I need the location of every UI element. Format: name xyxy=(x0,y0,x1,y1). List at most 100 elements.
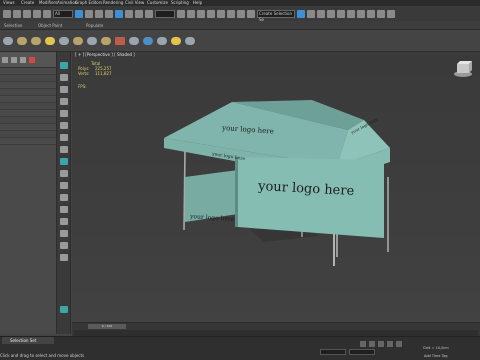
display-cameras-icon[interactable] xyxy=(59,36,69,45)
space-warps-icon[interactable] xyxy=(60,194,68,201)
display-none-icon[interactable] xyxy=(17,36,27,45)
align-icon[interactable] xyxy=(307,9,315,18)
keyboard-shortcut-icon[interactable] xyxy=(197,9,205,18)
display-warps-icon[interactable] xyxy=(87,36,97,45)
list-item[interactable] xyxy=(0,131,56,138)
list-item[interactable] xyxy=(0,89,56,96)
geometry-icon[interactable] xyxy=(60,134,68,141)
y-coordinate-field[interactable] xyxy=(349,349,375,355)
link-icon[interactable] xyxy=(23,9,31,18)
list-item[interactable] xyxy=(0,75,56,82)
place-icon[interactable] xyxy=(145,9,153,18)
move-tool-icon[interactable] xyxy=(60,218,68,225)
systems-icon[interactable] xyxy=(60,206,68,213)
list-item[interactable] xyxy=(0,138,56,145)
rendered-frame-icon[interactable] xyxy=(377,9,385,18)
angle-snap-icon[interactable] xyxy=(217,9,225,18)
selection-filter-dropdown[interactable]: All xyxy=(53,9,73,18)
go-to-start-icon[interactable] xyxy=(360,341,366,347)
display-hidden-icon[interactable] xyxy=(171,36,181,45)
play-icon[interactable] xyxy=(378,341,384,347)
select-manipulate-icon[interactable] xyxy=(187,9,195,18)
tent-side-wall xyxy=(238,157,384,238)
motion-panel-icon[interactable] xyxy=(60,98,68,105)
list-item[interactable] xyxy=(0,110,56,117)
tent-model[interactable]: your logo here your logo here your logo … xyxy=(72,52,480,330)
panel-options-icon[interactable] xyxy=(11,56,17,63)
go-to-end-icon[interactable] xyxy=(396,341,402,347)
next-frame-icon[interactable] xyxy=(387,341,393,347)
create-panel-icon[interactable] xyxy=(60,62,68,69)
list-item[interactable] xyxy=(0,103,56,110)
display-containers-icon[interactable] xyxy=(143,36,153,45)
time-slider[interactable]: 0 / 100 xyxy=(88,324,126,329)
scene-explorer-header xyxy=(0,52,56,68)
display-groups-icon[interactable] xyxy=(101,36,111,45)
display-lights-icon[interactable] xyxy=(45,36,55,45)
link-tool-icon[interactable] xyxy=(60,254,68,261)
ribbon-tabs: Selection Object Paint Populate xyxy=(0,21,480,30)
edit-named-selection-icon[interactable] xyxy=(247,9,255,18)
select-scale-icon[interactable] xyxy=(135,9,143,18)
window-crossing-icon[interactable] xyxy=(105,9,113,18)
previous-frame-icon[interactable] xyxy=(369,341,375,347)
reference-coord-dropdown[interactable] xyxy=(155,9,175,18)
list-item[interactable] xyxy=(0,124,56,131)
display-helpers-icon[interactable] xyxy=(73,36,83,45)
display-all-icon[interactable] xyxy=(185,36,195,45)
filter-icon[interactable] xyxy=(3,36,13,45)
unlink-icon[interactable] xyxy=(33,9,41,18)
lights-icon[interactable] xyxy=(60,158,68,165)
modify-panel-icon[interactable] xyxy=(60,74,68,81)
selection-set-field[interactable]: Selection Set xyxy=(2,337,54,344)
pivot-center-icon[interactable] xyxy=(177,9,185,18)
curve-editor-icon[interactable] xyxy=(337,9,345,18)
shapes-icon[interactable] xyxy=(60,146,68,153)
helpers-icon[interactable] xyxy=(60,182,68,189)
ribbon-toolbar xyxy=(0,30,480,52)
list-item[interactable] xyxy=(0,96,56,103)
display-xrefs-icon[interactable] xyxy=(115,36,125,45)
display-frozen-icon[interactable] xyxy=(157,36,167,45)
bind-space-warp-icon[interactable] xyxy=(43,9,51,18)
rotate-tool-icon[interactable] xyxy=(60,230,68,237)
display-geometry-icon[interactable] xyxy=(31,36,41,45)
panel-find-icon[interactable] xyxy=(20,56,26,63)
named-selection-dropdown[interactable]: Create Selection Se xyxy=(257,9,295,22)
scene-explorer-icon[interactable] xyxy=(327,9,335,18)
add-time-tag-button[interactable]: Add Time Tag xyxy=(424,354,448,358)
layer-explorer-icon[interactable] xyxy=(317,9,325,18)
percent-snap-icon[interactable] xyxy=(227,9,235,18)
snap-toggle-icon[interactable] xyxy=(207,9,215,18)
ribbon-tab-selection[interactable]: Selection xyxy=(4,23,38,28)
scale-tool-icon[interactable] xyxy=(60,242,68,249)
tent-leg xyxy=(183,149,186,231)
select-rotate-icon[interactable] xyxy=(125,9,133,18)
spinner-snap-icon[interactable] xyxy=(237,9,245,18)
ribbon-tab-object-paint[interactable]: Object Paint xyxy=(38,23,72,28)
render-setup-icon[interactable] xyxy=(367,9,375,18)
panel-menu-icon[interactable] xyxy=(2,56,8,63)
render-production-icon[interactable] xyxy=(387,9,395,18)
panel-filter-icon[interactable] xyxy=(29,56,35,63)
list-item[interactable] xyxy=(0,82,56,89)
display-panel-icon[interactable] xyxy=(60,110,68,117)
rect-selection-icon[interactable] xyxy=(95,9,103,18)
material-editor-icon[interactable] xyxy=(357,9,365,18)
perspective-viewport[interactable]: [ + ] [Perspective ] [ Shaded ] Total Po… xyxy=(72,52,480,330)
schematic-view-icon[interactable] xyxy=(347,9,355,18)
list-item[interactable] xyxy=(0,68,56,75)
list-item[interactable] xyxy=(0,117,56,124)
ribbon-tab-populate[interactable]: Populate xyxy=(86,23,103,28)
redo-icon[interactable] xyxy=(13,9,21,18)
cameras-icon[interactable] xyxy=(60,170,68,177)
hierarchy-panel-icon[interactable] xyxy=(60,86,68,93)
select-by-name-icon[interactable] xyxy=(85,9,93,18)
x-coordinate-field[interactable] xyxy=(320,349,346,355)
display-bones-icon[interactable] xyxy=(129,36,139,45)
utilities-panel-icon[interactable] xyxy=(60,122,68,129)
undo-icon[interactable] xyxy=(3,9,11,18)
select-move-icon[interactable] xyxy=(115,9,123,18)
select-object-icon[interactable] xyxy=(75,9,83,18)
mirror-icon[interactable] xyxy=(297,9,305,18)
